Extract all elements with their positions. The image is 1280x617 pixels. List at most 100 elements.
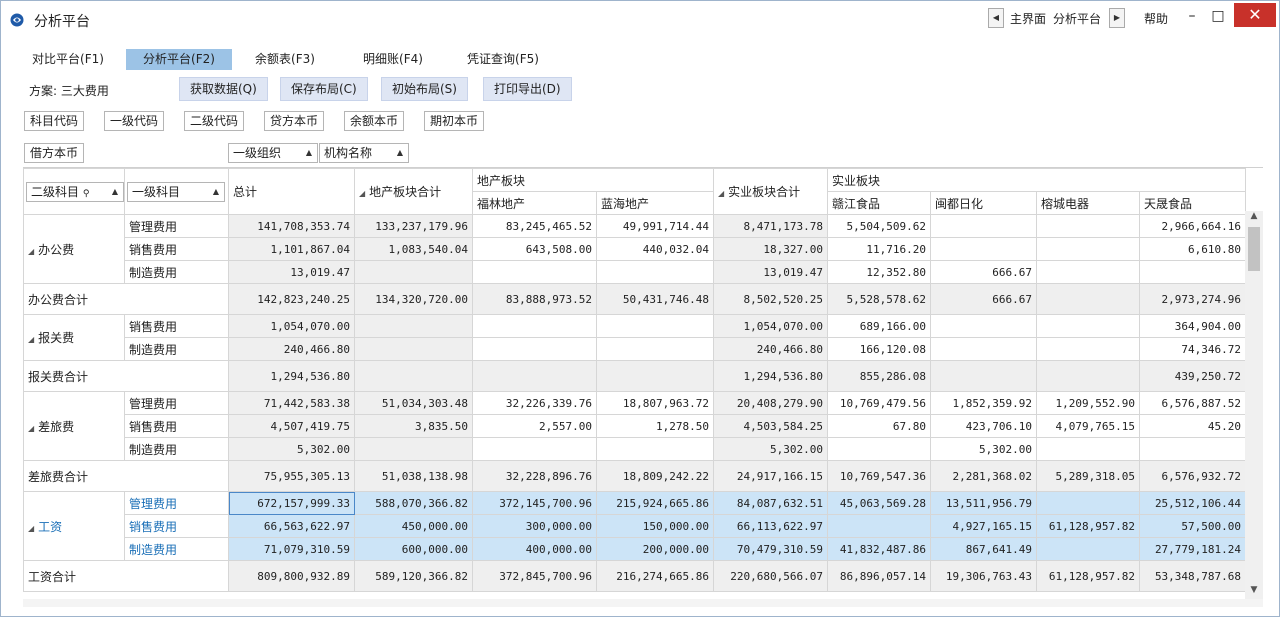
table-cell[interactable]: 8,471,173.78 [713, 214, 829, 238]
table-subtotal-row[interactable]: 差旅费合计 75,955,305.13 51,038,138.98 32,228,89… [23, 460, 1247, 492]
subtotal-cell[interactable]: 24,917,166.15 [713, 460, 829, 492]
table-cell[interactable] [930, 314, 1038, 338]
table-cell[interactable]: 372,145,700.96 [472, 491, 597, 515]
subtotal-cell[interactable]: 50,431,746.48 [595, 283, 715, 315]
header-col-ganjiang[interactable]: 赣江食品 [827, 191, 932, 215]
table-row[interactable]: 销售费用 66,563,622.97 450,000.00 300,000.00 150… [24, 514, 1247, 538]
table-cell[interactable] [354, 260, 473, 284]
table-cell[interactable]: 1,852,359.92 [930, 391, 1038, 415]
table-cell[interactable]: 20,408,279.90 [713, 391, 829, 415]
subtotal-cell[interactable]: 51,038,138.98 [354, 460, 473, 492]
maximize-button[interactable]: □ [1206, 6, 1230, 26]
init-layout-button[interactable]: 初始布局(S) [381, 77, 468, 101]
table-row[interactable]: ◢ 工资 管理费用 672,157,999.33 588,070,366.82 372,1… [23, 491, 1247, 561]
table-cell[interactable]: 450,000.00 [354, 514, 473, 538]
table-cell[interactable] [930, 237, 1038, 261]
table-cell[interactable]: 5,302.00 [228, 437, 355, 461]
subtotal-cell[interactable] [472, 360, 597, 392]
table-cell[interactable]: 1,209,552.90 [1036, 391, 1141, 415]
table-cell[interactable]: 1,101,867.04 [228, 237, 355, 261]
table-cell[interactable]: 25,512,106.44 [1139, 491, 1247, 515]
nav-current-link[interactable]: 分析平台 [1053, 10, 1101, 27]
subtotal-cell[interactable]: 134,320,720.00 [354, 283, 473, 315]
table-subtotal-row[interactable]: 报关费合计 1,294,536.80 1,294,536.80 855,286.08 4… [23, 360, 1247, 392]
table-cell[interactable] [472, 337, 597, 361]
table-cell[interactable]: 45,063,569.28 [827, 491, 932, 515]
subtotal-cell[interactable]: 5,289,318.05 [1036, 460, 1141, 492]
table-cell[interactable] [1036, 237, 1141, 261]
subtotal-cell[interactable]: 142,823,240.25 [228, 283, 355, 315]
table-cell[interactable] [930, 214, 1038, 238]
table-cell[interactable]: 215,924,665.86 [595, 491, 715, 515]
header-group2-sum[interactable]: ◢ 实业板块合计 [713, 168, 829, 215]
row-sub-label[interactable]: 销售费用 [124, 414, 229, 438]
table-cell[interactable]: 5,302.00 [713, 437, 829, 461]
subtotal-cell[interactable]: 75,955,305.13 [228, 460, 355, 492]
row-group-label[interactable]: ◢ 报关费 [23, 314, 125, 361]
table-cell[interactable]: 74,346.72 [1139, 337, 1247, 361]
nav-main-link[interactable]: 主界面 [1010, 10, 1046, 27]
subtotal-cell[interactable]: 2,973,274.96 [1139, 283, 1247, 315]
subtotal-cell[interactable] [930, 360, 1038, 392]
table-cell[interactable]: 1,054,070.00 [713, 314, 829, 338]
table-cell[interactable]: 49,991,714.44 [595, 214, 715, 238]
table-cell[interactable]: 133,237,179.96 [354, 214, 473, 238]
table-cell[interactable] [1036, 437, 1141, 461]
table-row[interactable]: 销售费用 4,507,419.75 3,835.50 2,557.00 1,278.50… [24, 414, 1247, 438]
table-cell[interactable] [1036, 260, 1141, 284]
table-cell[interactable] [1036, 537, 1141, 561]
table-cell[interactable] [1139, 260, 1247, 284]
table-row[interactable]: ◢ 办公费 管理费用 141,708,353.74 133,237,179.96 83,2… [23, 214, 1247, 284]
collapse-icon[interactable]: ◢ [359, 189, 365, 198]
row-sub-label[interactable]: 制造费用 [124, 437, 229, 461]
table-cell[interactable] [1036, 314, 1141, 338]
table-cell[interactable]: 57,500.00 [1139, 514, 1247, 538]
table-cell[interactable]: 67.80 [827, 414, 932, 438]
table-cell[interactable]: 643,508.00 [472, 237, 597, 261]
nav-prev-button[interactable]: ◀ [988, 8, 1004, 28]
table-cell[interactable]: 1,278.50 [595, 414, 715, 438]
subtotal-label[interactable]: 差旅费合计 [23, 460, 229, 492]
table-subtotal-row[interactable]: 办公费合计 142,823,240.25 134,320,720.00 83,888,… [23, 283, 1247, 315]
subtotal-cell[interactable]: 666.67 [930, 283, 1038, 315]
table-row[interactable]: 制造费用 240,466.80 240,466.80 166,120.08 74,346… [24, 337, 1247, 361]
table-cell[interactable]: 240,466.80 [228, 337, 355, 361]
table-cell[interactable]: 66,563,622.97 [228, 514, 355, 538]
table-cell[interactable]: 5,302.00 [930, 437, 1038, 461]
header-group1-sum[interactable]: ◢ 地产板块合计 [354, 168, 473, 215]
subtotal-label[interactable]: 办公费合计 [23, 283, 229, 315]
table-cell[interactable] [595, 314, 715, 338]
row-sub-label[interactable]: 销售费用 [124, 237, 229, 261]
table-cell[interactable]: 4,927,165.15 [930, 514, 1038, 538]
table-cell[interactable] [354, 337, 473, 361]
table-cell[interactable] [472, 437, 597, 461]
header-col-mindu[interactable]: 闽都日化 [930, 191, 1038, 215]
row-sub-label[interactable]: 制造费用 [124, 260, 229, 284]
table-cell[interactable] [827, 437, 932, 461]
table-cell[interactable]: 13,511,956.79 [930, 491, 1038, 515]
row-group-label[interactable]: ◢ 工资 [23, 491, 125, 561]
subtotal-cell[interactable]: 855,286.08 [827, 360, 932, 392]
table-cell[interactable]: 672,157,999.33 [228, 491, 355, 515]
subtotal-cell[interactable]: 61,128,957.82 [1036, 560, 1141, 592]
scroll-down-icon[interactable]: ▼ [1245, 585, 1263, 599]
header-col-lanhai[interactable]: 蓝海地产 [595, 191, 715, 215]
table-cell[interactable]: 84,087,632.51 [713, 491, 829, 515]
table-cell[interactable]: 6,576,887.52 [1139, 391, 1247, 415]
table-cell[interactable]: 70,479,310.59 [713, 537, 829, 561]
row-sub-label[interactable]: 制造费用 [124, 537, 229, 561]
minimize-button[interactable]: – [1180, 6, 1204, 26]
field-chip-account-code[interactable]: 科目代码 [24, 111, 85, 131]
header-group1[interactable]: 地产板块 [471, 168, 715, 192]
subtotal-label[interactable]: 工资合计 [23, 560, 229, 592]
scroll-up-icon[interactable]: ▲ [1245, 211, 1263, 225]
collapse-icon[interactable]: ◢ [28, 247, 34, 256]
field-chip-level1-code[interactable]: 一级代码 [104, 111, 165, 131]
row-group-label[interactable]: ◢ 差旅费 [23, 391, 125, 461]
subtotal-cell[interactable]: 83,888,973.52 [472, 283, 597, 315]
tab-ledger[interactable]: 明细账(F4) [355, 49, 431, 70]
subtotal-cell[interactable]: 53,348,787.68 [1139, 560, 1247, 592]
row-sub-label[interactable]: 管理费用 [124, 491, 229, 515]
tab-voucher[interactable]: 凭证查询(F5) [457, 49, 549, 70]
header-group2[interactable]: 实业板块 [827, 168, 1247, 192]
